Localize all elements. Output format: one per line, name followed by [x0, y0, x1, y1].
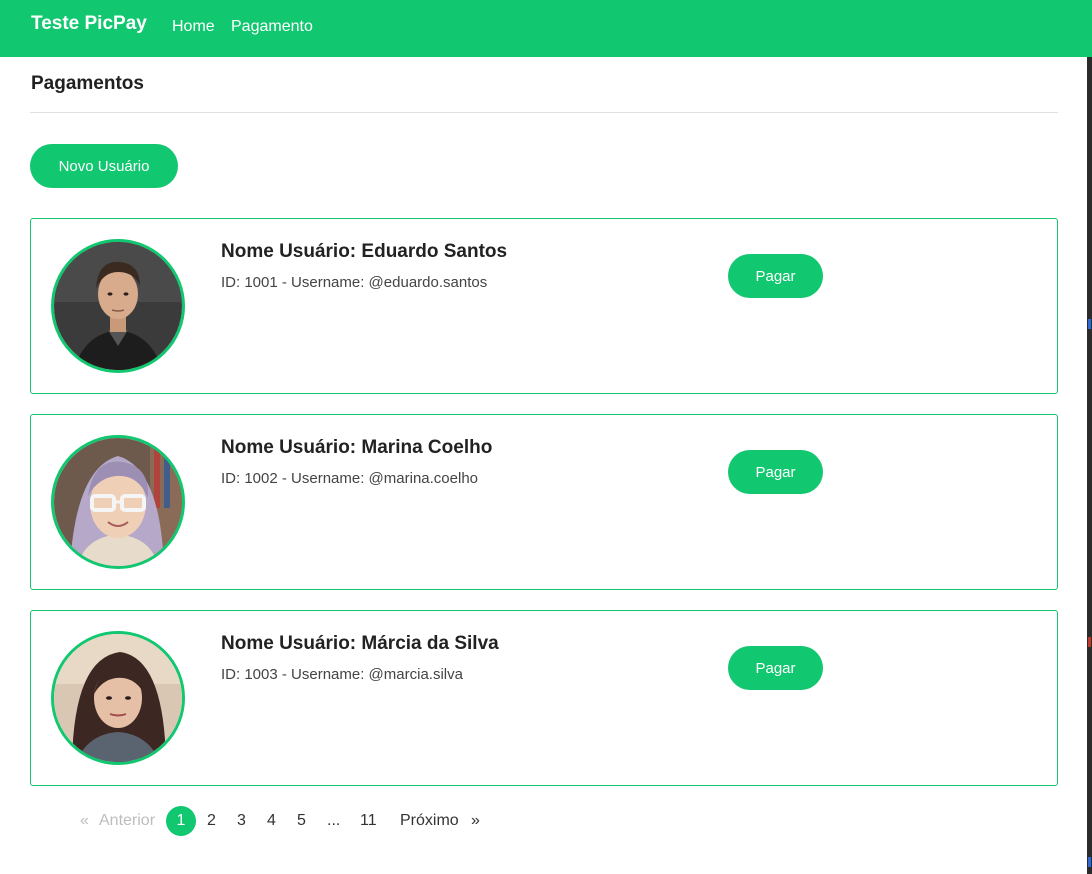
page-ellipsis: ...	[327, 812, 341, 829]
prev-symbol: «	[80, 812, 89, 829]
nav-link-home[interactable]: Home	[172, 18, 215, 36]
avatar-photo-man	[54, 242, 182, 370]
page-link-1[interactable]: 1	[166, 806, 196, 836]
page-title: Pagamentos	[31, 73, 144, 94]
avatar	[51, 239, 185, 373]
user-name: Nome Usuário: Marina Coelho	[221, 437, 493, 458]
user-meta: ID: 1003 - Username: @marcia.silva	[221, 666, 463, 683]
page-link-4[interactable]: 4	[267, 806, 276, 836]
pay-button[interactable]: Pagar	[728, 254, 823, 298]
window-edge	[1087, 57, 1092, 874]
user-card: Nome Usuário: Marina Coelho ID: 1002 - U…	[30, 414, 1058, 590]
next-page-link[interactable]: Próximo	[400, 806, 459, 836]
user-name: Nome Usuário: Márcia da Silva	[221, 633, 499, 654]
top-navbar: Teste PicPay Home Pagamento	[0, 0, 1092, 57]
avatar-photo-woman-glasses	[54, 438, 182, 566]
page-link-5[interactable]: 5	[297, 806, 306, 836]
avatar-photo-woman	[54, 634, 182, 762]
pagination: « Anterior 1 2 3 4 5 ... 11 Próximo »	[0, 806, 1092, 836]
user-card: Nome Usuário: Eduardo Santos ID: 1001 - …	[30, 218, 1058, 394]
page-link-2[interactable]: 2	[207, 806, 216, 836]
new-user-button[interactable]: Novo Usuário	[30, 144, 178, 188]
nav-link-pagamento[interactable]: Pagamento	[231, 18, 313, 36]
user-meta: ID: 1002 - Username: @marina.coelho	[221, 470, 479, 487]
prev-page-link[interactable]: Anterior	[99, 806, 155, 836]
pay-button[interactable]: Pagar	[728, 646, 823, 690]
user-name: Nome Usuário: Eduardo Santos	[221, 241, 508, 262]
avatar	[51, 631, 185, 765]
brand-link[interactable]: Teste PicPay	[31, 13, 147, 35]
next-symbol: »	[471, 812, 480, 829]
page-link-11[interactable]: 11	[360, 806, 377, 836]
page-link-3[interactable]: 3	[237, 806, 246, 836]
header-divider	[30, 112, 1058, 113]
avatar	[51, 435, 185, 569]
user-meta: ID: 1001 - Username: @eduardo.santos	[221, 274, 488, 291]
pay-button[interactable]: Pagar	[728, 450, 823, 494]
user-card: Nome Usuário: Márcia da Silva ID: 1003 -…	[30, 610, 1058, 786]
